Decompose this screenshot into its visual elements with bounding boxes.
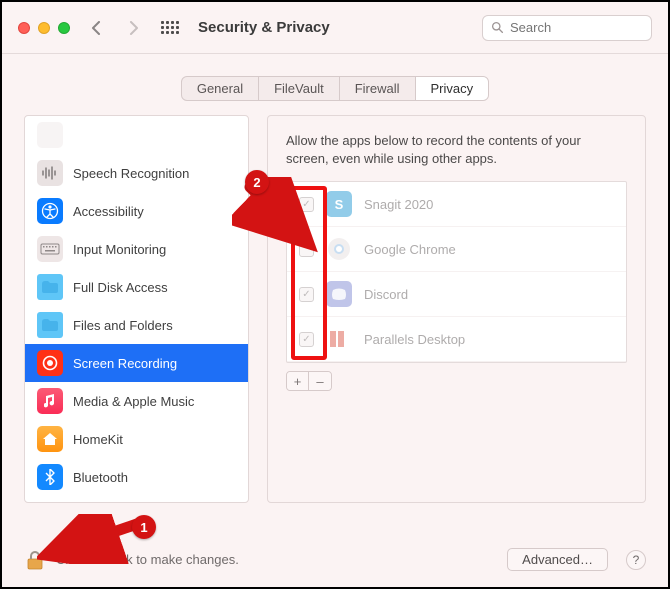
app-name: Parallels Desktop bbox=[364, 332, 465, 347]
forward-button[interactable] bbox=[122, 16, 146, 40]
page-title: Security & Privacy bbox=[198, 19, 330, 36]
app-name: Snagit 2020 bbox=[364, 197, 433, 212]
sidebar-item-accessibility[interactable]: Accessibility bbox=[25, 192, 248, 230]
apps-grid-icon[interactable] bbox=[160, 18, 180, 38]
bluetooth-icon bbox=[37, 464, 63, 490]
lock-text: Click the lock to make changes. bbox=[56, 552, 239, 567]
disk-icon bbox=[37, 274, 63, 300]
app-checkbox[interactable] bbox=[299, 332, 314, 347]
home-icon bbox=[37, 426, 63, 452]
sidebar-item-partial[interactable] bbox=[25, 122, 248, 154]
sidebar-item-label: HomeKit bbox=[73, 432, 123, 447]
sidebar-item-files-folders[interactable]: Files and Folders bbox=[25, 306, 248, 344]
sidebar-item-media[interactable]: Media & Apple Music bbox=[25, 382, 248, 420]
sidebar-item-label: Speech Recognition bbox=[73, 166, 189, 181]
titlebar: Security & Privacy bbox=[2, 2, 668, 54]
tab-bar: General FileVault Firewall Privacy bbox=[2, 76, 668, 101]
close-button[interactable] bbox=[18, 22, 30, 34]
discord-icon bbox=[326, 281, 352, 307]
add-button[interactable]: + bbox=[287, 372, 309, 390]
snagit-icon: S bbox=[326, 191, 352, 217]
advanced-button[interactable]: Advanced… bbox=[507, 548, 608, 571]
speech-icon bbox=[37, 160, 63, 186]
zoom-button[interactable] bbox=[58, 22, 70, 34]
add-remove-buttons: + – bbox=[286, 371, 332, 391]
annotation-badge-2: 2 bbox=[245, 170, 269, 194]
sidebar-item-screen-recording[interactable]: Screen Recording bbox=[25, 344, 248, 382]
tab-privacy[interactable]: Privacy bbox=[416, 77, 489, 100]
sidebar-item-label: Full Disk Access bbox=[73, 280, 168, 295]
app-list: S Snagit 2020 Google Chrome Discord bbox=[286, 181, 627, 363]
app-row[interactable]: S Snagit 2020 bbox=[287, 182, 626, 227]
footer: Click the lock to make changes. Advanced… bbox=[24, 548, 646, 571]
search-input[interactable] bbox=[510, 20, 643, 35]
chrome-icon bbox=[326, 236, 352, 262]
app-checkbox[interactable] bbox=[299, 287, 314, 302]
app-name: Google Chrome bbox=[364, 242, 456, 257]
sidebar-item-bluetooth[interactable]: Bluetooth bbox=[25, 458, 248, 496]
tab-filevault[interactable]: FileVault bbox=[259, 77, 340, 100]
privacy-sidebar: Speech Recognition Accessibility Input M… bbox=[24, 115, 249, 503]
minimize-button[interactable] bbox=[38, 22, 50, 34]
tab-firewall[interactable]: Firewall bbox=[340, 77, 416, 100]
search-field[interactable] bbox=[482, 15, 652, 41]
lock-icon[interactable] bbox=[24, 549, 46, 571]
app-checkbox[interactable] bbox=[299, 197, 314, 212]
sidebar-item-label: Input Monitoring bbox=[73, 242, 166, 257]
window-controls bbox=[18, 22, 70, 34]
sidebar-item-label: Files and Folders bbox=[73, 318, 173, 333]
sidebar-item-speech[interactable]: Speech Recognition bbox=[25, 154, 248, 192]
music-icon bbox=[37, 388, 63, 414]
sidebar-item-label: Media & Apple Music bbox=[73, 394, 194, 409]
parallels-icon bbox=[326, 326, 352, 352]
app-row[interactable]: Parallels Desktop bbox=[287, 317, 626, 362]
app-row[interactable]: Google Chrome bbox=[287, 227, 626, 272]
keyboard-icon bbox=[37, 236, 63, 262]
sidebar-item-label: Accessibility bbox=[73, 204, 144, 219]
back-button[interactable] bbox=[84, 16, 108, 40]
app-name: Discord bbox=[364, 287, 408, 302]
sidebar-item-homekit[interactable]: HomeKit bbox=[25, 420, 248, 458]
folder-icon bbox=[37, 312, 63, 338]
app-checkbox[interactable] bbox=[299, 242, 314, 257]
annotation-badge-1: 1 bbox=[132, 515, 156, 539]
search-icon bbox=[491, 21, 504, 34]
app-row[interactable]: Discord bbox=[287, 272, 626, 317]
detail-description: Allow the apps below to record the conte… bbox=[286, 132, 627, 167]
help-button[interactable]: ? bbox=[626, 550, 646, 570]
sidebar-item-label: Bluetooth bbox=[73, 470, 128, 485]
accessibility-icon bbox=[37, 198, 63, 224]
sidebar-item-label: Screen Recording bbox=[73, 356, 177, 371]
sidebar-item-input-monitoring[interactable]: Input Monitoring bbox=[25, 230, 248, 268]
record-icon bbox=[37, 350, 63, 376]
sidebar-item-full-disk[interactable]: Full Disk Access bbox=[25, 268, 248, 306]
detail-pane: Allow the apps below to record the conte… bbox=[267, 115, 646, 503]
remove-button[interactable]: – bbox=[309, 372, 331, 390]
tab-general[interactable]: General bbox=[182, 77, 259, 100]
